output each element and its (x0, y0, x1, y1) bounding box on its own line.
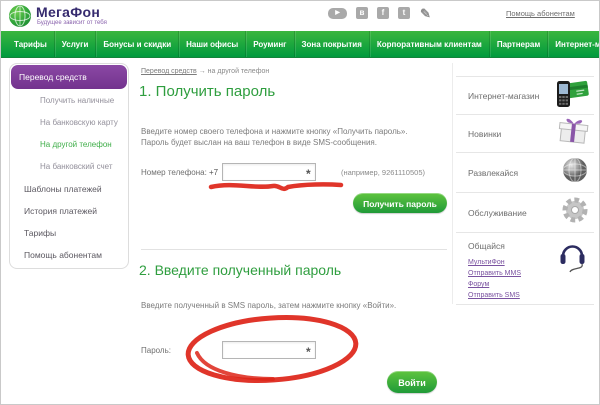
login-button[interactable]: Войти (387, 371, 437, 393)
password-input[interactable] (222, 341, 316, 359)
sidebar-item-help[interactable]: Помощь абонентам (10, 244, 128, 266)
social-icons-bar: ▶ в f t ✎ (328, 7, 432, 19)
promo-label: Интернет-магазин (468, 91, 539, 101)
red-underline-annotation (211, 184, 341, 188)
vk-icon[interactable]: в (356, 7, 368, 19)
tab-services[interactable]: Услуги (55, 31, 97, 57)
twitter-icon[interactable]: t (398, 7, 410, 19)
password-required-asterisk: * (306, 345, 311, 359)
content-right-divider (452, 63, 453, 304)
phone-prefix: +7 (209, 168, 218, 177)
section1-title: 1. Получить пароль (139, 83, 275, 100)
tab-partners[interactable]: Партнерам (490, 31, 548, 57)
phone-card-icon (554, 77, 590, 114)
promo-item-communicate: Общайся МультиФон Отправить MMS Форум От… (456, 233, 594, 305)
sidebar-item-tariffs[interactable]: Тарифы (10, 222, 128, 244)
pencil-icon[interactable]: ✎ (419, 7, 432, 19)
brand-name[interactable]: МегаФон (36, 4, 100, 20)
promo-label: Общайся (468, 241, 505, 251)
sidebar-item-get-cash[interactable]: Получить наличные (10, 90, 128, 112)
breadcrumb-link-transfer[interactable]: Перевод средств (141, 68, 197, 75)
phone-example-hint: (например, 9261110505) (341, 168, 425, 177)
phone-number-input[interactable] (222, 163, 316, 181)
brand-tagline: Будущее зависит от тебя (37, 20, 107, 26)
sidebar-item-payment-templates[interactable]: Шаблоны платежей (10, 178, 128, 200)
section-divider (141, 249, 447, 250)
sidebar-item-payment-history[interactable]: История платежей (10, 200, 128, 222)
sidebar-item-to-other-phone[interactable]: На другой телефон (10, 134, 128, 156)
breadcrumb: Перевод средств → на другой телефон (141, 68, 269, 75)
tab-bonuses[interactable]: Бонусы и скидки (96, 31, 179, 57)
link-send-mms[interactable]: Отправить MMS (468, 268, 521, 279)
section2-title: 2. Введите полученный пароль (139, 262, 341, 278)
communicate-links: МультиФон Отправить MMS Форум Отправить … (468, 257, 521, 301)
tab-coverage[interactable]: Зона покрытия (295, 31, 370, 57)
get-password-button[interactable]: Получить пароль (353, 193, 447, 213)
promo-panel: Интернет-магазин (456, 76, 594, 305)
promo-item-novelties[interactable]: Новинки (456, 115, 594, 153)
youtube-icon[interactable]: ▶ (328, 8, 347, 19)
megafon-page: МегаФон Будущее зависит от тебя ▶ в f t … (0, 0, 600, 405)
section1-description-line1: Введите номер своего телефона и нажмите … (141, 127, 408, 136)
password-label: Пароль: (141, 346, 171, 355)
section2-description: Введите полученный в SMS пароль, затем н… (141, 301, 396, 310)
transfer-sidebar: Перевод средств Получить наличные На бан… (9, 63, 129, 269)
promo-label: Обслуживание (468, 208, 527, 218)
link-multifon[interactable]: МультиФон (468, 257, 521, 268)
disco-ball-icon (560, 155, 590, 190)
link-send-sms[interactable]: Отправить SMS (468, 290, 521, 301)
tab-online-shop[interactable]: Интернет-магазин (548, 31, 600, 57)
headset-icon (556, 239, 588, 280)
breadcrumb-arrow: → (199, 68, 206, 75)
section1-description-line2: Пароль будет выслан на ваш телефон в вид… (141, 138, 377, 147)
phone-label: Номер телефона: (141, 168, 207, 177)
tab-roaming[interactable]: Роуминг (246, 31, 294, 57)
link-forum[interactable]: Форум (468, 279, 521, 290)
gear-icon (560, 195, 590, 230)
help-subscribers-link[interactable]: Помощь абонентам (506, 9, 575, 18)
sidebar-item-to-bank-card[interactable]: На банковскую карту (10, 112, 128, 134)
gift-icon (556, 115, 590, 152)
main-navigation: Тарифы Услуги Бонусы и скидки Наши офисы… (1, 31, 600, 58)
promo-item-service[interactable]: Обслуживание (456, 193, 594, 233)
phone-required-asterisk: * (306, 167, 311, 181)
tab-offices[interactable]: Наши офисы (179, 31, 246, 57)
promo-label: Новинки (468, 129, 501, 139)
sidebar-item-money-transfer[interactable]: Перевод средств (11, 65, 127, 89)
megafon-logo-icon[interactable] (9, 5, 31, 27)
breadcrumb-current: на другой телефон (208, 68, 270, 75)
tab-corporate[interactable]: Корпоративным клиентам (370, 31, 490, 57)
promo-item-online-shop[interactable]: Интернет-магазин (456, 77, 594, 115)
promo-item-entertainment[interactable]: Развлекайся (456, 153, 594, 193)
tab-tariffs[interactable]: Тарифы (7, 31, 55, 57)
globe-graphic (9, 5, 31, 27)
sidebar-item-to-bank-account[interactable]: На банковский счет (10, 156, 128, 178)
promo-label: Развлекайся (468, 168, 518, 178)
facebook-icon[interactable]: f (377, 7, 389, 19)
